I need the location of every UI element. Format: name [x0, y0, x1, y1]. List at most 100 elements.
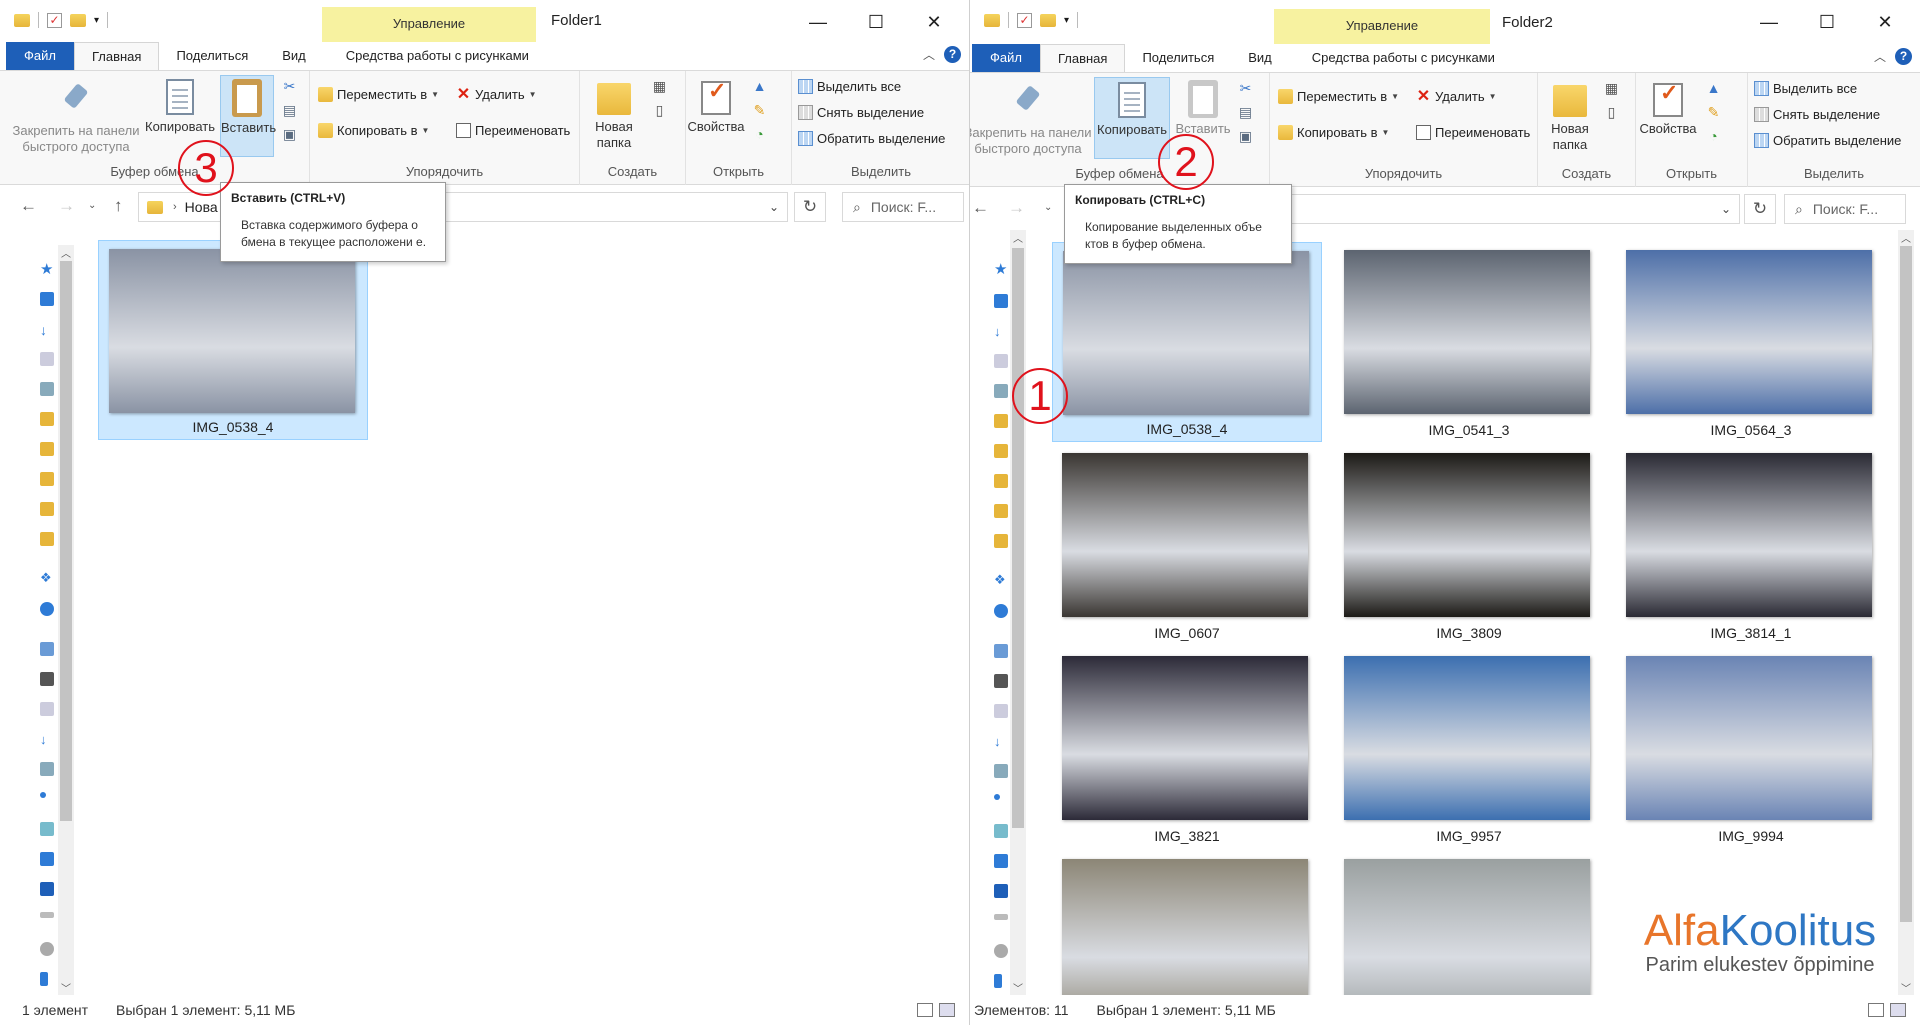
onedrive-icon[interactable]	[40, 602, 54, 616]
tab-file[interactable]: Файл	[972, 44, 1040, 72]
desktop-icon[interactable]	[994, 294, 1008, 308]
folder-icon[interactable]	[40, 502, 54, 516]
new-item-icon[interactable]: ▦	[652, 79, 667, 94]
drive-icon[interactable]	[40, 912, 54, 918]
copy-button[interactable]: Копировать	[1094, 77, 1170, 159]
easy-access-icon[interactable]: ▯	[652, 103, 667, 118]
invert-selection-button[interactable]: Обратить выделение	[1754, 133, 1901, 148]
copy-button[interactable]: Копировать	[144, 75, 216, 135]
music-icon[interactable]	[40, 792, 46, 798]
search-input[interactable]: ⌕ Поиск: F...	[1784, 194, 1906, 224]
this-pc-icon[interactable]	[994, 644, 1008, 658]
scrollbar-thumb[interactable]	[60, 261, 72, 821]
chevron-down-icon[interactable]: ⌄	[769, 200, 779, 214]
objects-icon[interactable]	[994, 824, 1008, 838]
up-icon[interactable]: ↑	[114, 196, 123, 216]
drive-icon[interactable]	[994, 674, 1008, 688]
scissors-icon[interactable]: ✂	[282, 79, 297, 94]
select-all-button[interactable]: Выделить все	[1754, 81, 1857, 96]
file-tile[interactable]: IMG_9957	[1334, 648, 1604, 848]
file-tile[interactable]: IMG_3809	[1334, 445, 1604, 645]
documents-icon[interactable]	[40, 702, 54, 716]
documents-icon[interactable]	[994, 704, 1008, 718]
onedrive-icon[interactable]	[994, 604, 1008, 618]
breadcrumb[interactable]: Нова	[185, 199, 218, 215]
scroll-up-icon[interactable]: ︿	[1898, 230, 1914, 245]
drive-icon[interactable]	[40, 672, 54, 686]
minimize-icon[interactable]: —	[1740, 6, 1798, 38]
file-tile[interactable]: IMG_9994	[1616, 648, 1886, 848]
drive-icon[interactable]	[994, 914, 1008, 920]
folder-icon[interactable]	[40, 442, 54, 456]
file-tile[interactable]: IMG_3814_1	[1616, 445, 1886, 645]
delete-button[interactable]: ✕ Удалить ▼	[1416, 89, 1497, 105]
tab-home[interactable]: Главная	[1039, 44, 1126, 72]
pin-button[interactable]: Закрепить на панели быстрого доступа	[8, 75, 144, 155]
history-icon[interactable]: ◔	[1706, 129, 1721, 144]
close-icon[interactable]: ✕	[905, 6, 963, 38]
details-view-icon[interactable]	[1868, 1003, 1884, 1017]
download-icon[interactable]: ↓	[994, 734, 1008, 749]
desktop-icon[interactable]	[40, 852, 54, 866]
scroll-down-icon[interactable]: ﹀	[1010, 980, 1026, 995]
forward-icon[interactable]: →	[1008, 198, 1025, 218]
star-icon[interactable]: ★	[994, 260, 1008, 278]
large-icons-view-icon[interactable]	[939, 1003, 955, 1017]
tab-share[interactable]: Поделиться	[159, 42, 265, 70]
paste-shortcut-icon[interactable]: ▣	[1238, 129, 1253, 144]
folder-icon[interactable]	[994, 504, 1008, 518]
open-icon[interactable]: ▲	[752, 79, 767, 94]
download-icon[interactable]: ↓	[40, 732, 54, 747]
scissors-icon[interactable]: ✂	[1238, 81, 1253, 96]
file-tile[interactable]: IMG_0538_4	[1052, 242, 1322, 442]
invert-selection-button[interactable]: Обратить выделение	[798, 131, 945, 146]
download-icon[interactable]: ↓	[40, 322, 54, 338]
folder-icon[interactable]	[40, 412, 54, 426]
music-icon[interactable]	[994, 794, 1000, 800]
folder-icon[interactable]	[994, 474, 1008, 488]
folder-icon[interactable]	[14, 13, 30, 27]
select-none-button[interactable]: Снять выделение	[1754, 107, 1880, 122]
recent-locations-icon[interactable]: ⌄	[1044, 202, 1052, 213]
select-none-button[interactable]: Снять выделение	[798, 105, 924, 120]
dropbox-icon[interactable]: ❖	[40, 570, 54, 585]
forward-icon[interactable]: →	[58, 196, 75, 216]
checkbox-icon[interactable]: ✓	[1017, 12, 1032, 28]
content-scrollbar[interactable]: ︿ ﹀	[1898, 230, 1914, 995]
chevron-down-icon[interactable]: ⌄	[1721, 202, 1731, 216]
pin-button[interactable]: Закрепить на панели быстрого доступа	[970, 77, 1092, 157]
collapse-ribbon-icon[interactable]: ︿	[1874, 48, 1886, 65]
paste-shortcut-icon[interactable]: ▣	[282, 127, 297, 142]
tab-view[interactable]: Вид	[1231, 44, 1289, 72]
move-to-button[interactable]: Переместить в ▼	[318, 87, 439, 102]
pictures-icon[interactable]	[994, 384, 1008, 398]
new-item-icon[interactable]: ▦	[1604, 81, 1619, 96]
copy-to-button[interactable]: Копировать в ▼	[318, 123, 429, 138]
manage-context-label[interactable]: Управление	[1274, 18, 1490, 33]
copy-path-icon[interactable]: ▤	[1238, 105, 1253, 120]
pictures-icon[interactable]	[40, 762, 54, 776]
maximize-icon[interactable]: ☐	[847, 6, 905, 38]
new-folder-icon[interactable]	[70, 13, 86, 27]
tab-picture-tools[interactable]: Средства работы с рисунками	[329, 42, 546, 70]
this-pc-icon[interactable]	[40, 642, 54, 656]
move-to-button[interactable]: Переместить в ▼	[1278, 89, 1399, 104]
refresh-icon[interactable]: ↻	[794, 192, 826, 222]
scrollbar-thumb[interactable]	[1012, 248, 1024, 828]
rename-button[interactable]: Переименовать	[1416, 125, 1530, 140]
qat-dropdown-icon[interactable]: ▾	[94, 15, 99, 26]
tab-file[interactable]: Файл	[6, 42, 74, 70]
paste-button[interactable]: Вставить	[220, 75, 276, 157]
desktop-icon[interactable]	[40, 292, 54, 306]
search-input[interactable]: ⌕ Поиск: F...	[842, 192, 964, 222]
cd-drive-icon[interactable]	[994, 944, 1008, 958]
large-icons-view-icon[interactable]	[1890, 1003, 1906, 1017]
cd-drive-icon[interactable]	[40, 942, 54, 956]
file-tile[interactable]: IMG_0541_3	[1334, 242, 1604, 442]
file-tile[interactable]: IMG_3821	[1052, 648, 1322, 848]
objects-icon[interactable]	[40, 822, 54, 836]
recent-locations-icon[interactable]: ⌄	[88, 200, 96, 211]
desktop-icon[interactable]	[994, 854, 1008, 868]
folder-icon[interactable]	[994, 534, 1008, 548]
download-icon[interactable]: ↓	[994, 324, 1008, 339]
